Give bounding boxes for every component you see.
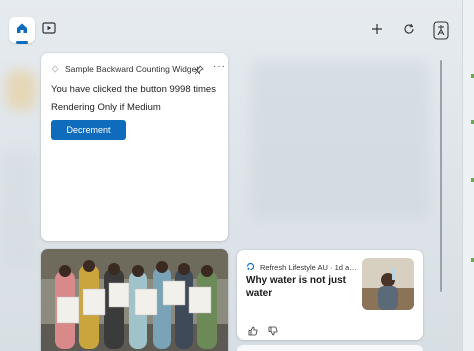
widget-title: Sample Backward Counting Widget <box>65 64 199 74</box>
active-tab-indicator <box>16 41 28 44</box>
counting-widget-card: Sample Backward Counting Widget ··· You … <box>41 53 228 241</box>
top-bar <box>0 0 474 56</box>
render-mode-text: Rendering Only if Medium <box>51 102 161 113</box>
scrollbar[interactable] <box>440 60 442 292</box>
background-blur <box>250 60 430 220</box>
news-headline[interactable]: Why water is not just water <box>246 274 354 300</box>
reaction-bar <box>248 323 278 341</box>
widget-header: Sample Backward Counting Widget ··· <box>51 60 225 78</box>
news-source-label: Refresh Lifestyle AU · 1d a… <box>260 262 357 272</box>
news-photo-image <box>41 249 228 351</box>
more-options-icon[interactable]: ··· <box>213 62 226 72</box>
background-window-edge <box>462 0 474 351</box>
profile-badge-icon <box>433 20 449 45</box>
add-widget-button[interactable] <box>366 20 388 42</box>
news-thumbnail <box>362 258 414 310</box>
home-tab[interactable] <box>9 17 35 43</box>
refresh-icon <box>403 22 415 40</box>
news-photo-card[interactable] <box>41 249 228 351</box>
background-blur <box>6 70 36 110</box>
next-card-edge <box>237 345 423 351</box>
background-blur <box>0 150 36 270</box>
pin-icon[interactable] <box>194 62 204 80</box>
profile-button[interactable] <box>430 20 452 44</box>
news-article-card[interactable]: Refresh Lifestyle AU · 1d a… Why water i… <box>237 250 423 340</box>
home-icon <box>15 21 29 40</box>
plus-icon <box>371 22 383 40</box>
widget-logo-icon <box>51 60 59 78</box>
decrement-button[interactable]: Decrement <box>51 120 126 140</box>
click-count-text: You have clicked the button 9998 times <box>51 84 216 95</box>
refresh-button[interactable] <box>398 20 420 42</box>
video-tab[interactable] <box>36 17 62 43</box>
play-video-icon <box>42 21 56 39</box>
thumbs-up-icon[interactable] <box>248 323 258 341</box>
thumbs-down-icon[interactable] <box>268 323 278 341</box>
